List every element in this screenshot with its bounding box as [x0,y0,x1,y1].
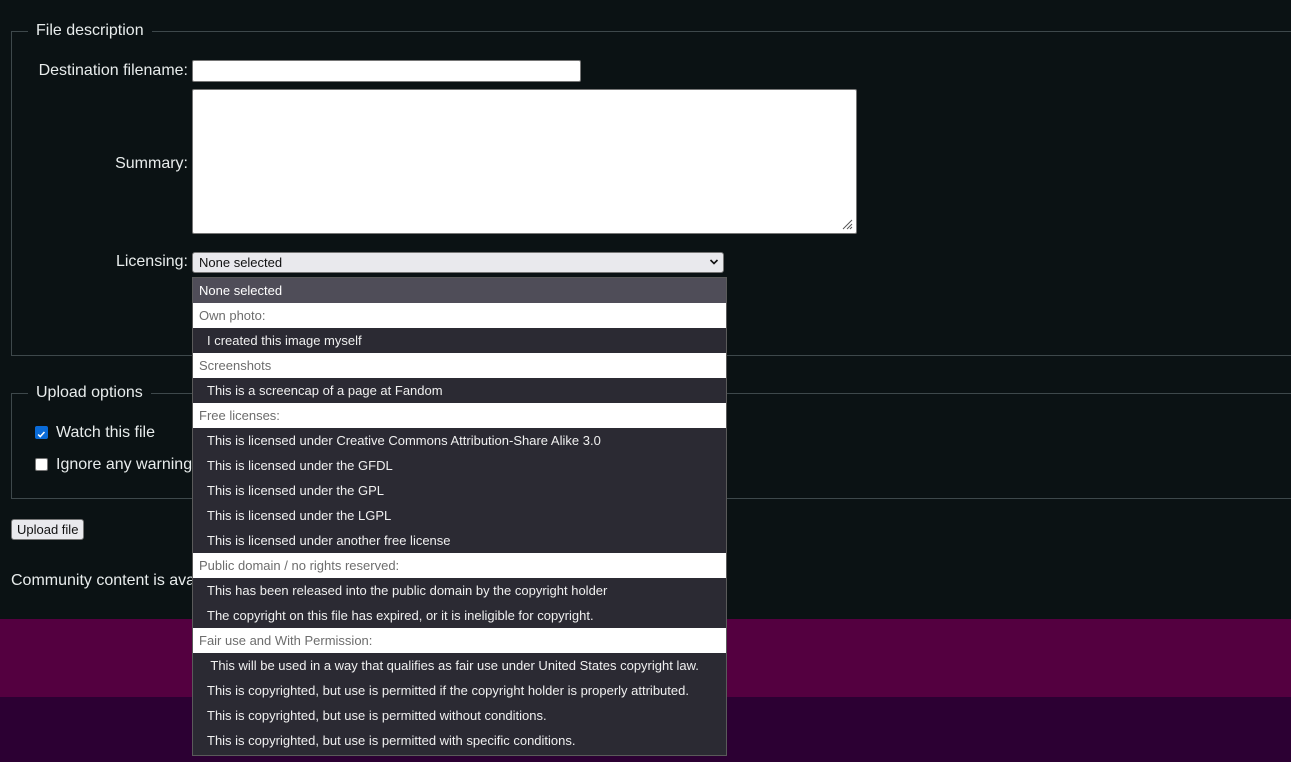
summary-label: Summary: [115,155,188,172]
licensing-option[interactable]: None selected [193,278,726,303]
watch-file-checkbox[interactable] [35,426,48,439]
upload-options-legend: Upload options [36,384,143,401]
licensing-optgroup: Own photo: [193,303,726,328]
licensing-option[interactable]: I created this image myself [193,328,726,353]
licensing-option[interactable]: This is copyrighted, but use is permitte… [193,678,726,703]
licensing-dropdown-list[interactable]: None selected Own photo: I created this … [192,277,727,756]
upload-file-button[interactable]: Upload file [11,519,85,540]
licensing-option[interactable]: This is licensed under Creative Commons … [193,428,726,453]
licensing-optgroup: Free licenses: [193,403,726,428]
summary-textarea[interactable] [192,89,857,234]
licensing-optgroup: Fair use and With Permission: [193,628,726,653]
licensing-option[interactable]: This is licensed under the GPL [193,478,726,503]
watch-file-label: Watch this file [56,424,155,441]
licensing-option[interactable]: This is licensed under the GFDL [193,453,726,478]
licensing-option[interactable]: This has been released into the public d… [193,578,726,603]
file-description-legend: File description [36,22,144,39]
chevron-down-icon [709,259,719,265]
licensing-select[interactable]: None selected [192,252,724,273]
destination-filename-label: Destination filename: [38,62,188,79]
licensing-option[interactable]: This is copyrighted, but use is permitte… [193,703,726,728]
licensing-optgroup: Screenshots [193,353,726,378]
licensing-optgroup: Public domain / no rights reserved: [193,553,726,578]
licensing-option[interactable]: This is a screencap of a page at Fandom [193,378,726,403]
licensing-option[interactable]: This is licensed under the LGPL [193,503,726,528]
licensing-label: Licensing: [115,253,188,270]
licensing-select-value: None selected [199,255,283,270]
ignore-warnings-checkbox[interactable] [35,458,48,471]
destination-filename-input[interactable] [192,60,581,82]
checkmark-icon [37,431,46,438]
licensing-option[interactable]: This is licensed under another free lice… [193,528,726,553]
licensing-option[interactable]: This is copyrighted, but use is permitte… [193,728,726,753]
resize-grip-icon[interactable] [841,218,853,230]
licensing-option[interactable]: This will be used in a way that qualifie… [193,653,726,678]
ignore-warnings-label: Ignore any warnings [56,456,201,473]
licensing-option[interactable]: The copyright on this file has expired, … [193,603,726,628]
